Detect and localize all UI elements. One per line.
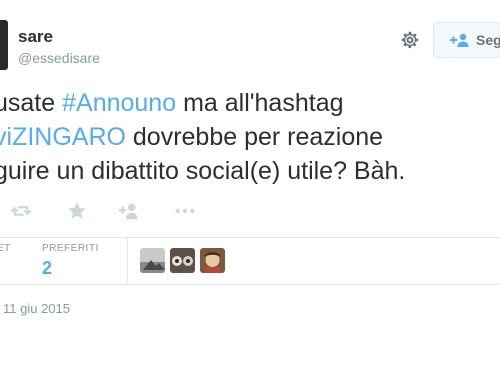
avatar[interactable] [0, 20, 8, 70]
retweets-label[interactable]: ET [0, 243, 11, 254]
retweet-icon[interactable] [10, 200, 32, 222]
tweet-text: usate #Announo ma all'hashtag viZINGARO … [0, 86, 500, 188]
favorite-icon[interactable] [66, 200, 88, 222]
tweet-line-3: guire un dibattito social(e) utile? Bàh. [0, 157, 406, 185]
avatar[interactable] [140, 248, 165, 273]
tweet-text-segment: usate [0, 89, 63, 117]
follow-button[interactable]: Seg [433, 22, 500, 58]
tweet-actions [0, 200, 220, 224]
gear-icon[interactable] [399, 29, 421, 51]
divider [127, 238, 128, 284]
follow-label: Seg [476, 32, 500, 48]
follow-icon[interactable] [118, 200, 140, 222]
avatar[interactable] [200, 248, 225, 273]
hashtag-link[interactable]: viZINGARO [0, 123, 126, 151]
tweet-line-2: viZINGARO dovrebbe per reazione [0, 120, 500, 154]
avatar[interactable] [170, 248, 195, 273]
follow-icon [450, 33, 469, 47]
tweet-date[interactable]: 11 giu 2015 [3, 301, 70, 316]
user-handle[interactable]: @essedisare [18, 50, 100, 66]
favorites-label[interactable]: PREFERITI [42, 243, 99, 254]
tweet-text-segment: dovrebbe per reazione [125, 123, 384, 151]
tweet-text-segment: ma all'hashtag [176, 89, 344, 117]
user-name[interactable]: sare [18, 27, 53, 47]
hashtag-link[interactable]: #Announo [62, 89, 176, 117]
divider [0, 284, 500, 285]
divider [0, 237, 500, 238]
tweet-line-1: usate #Announo ma all'hashtag [0, 86, 500, 120]
favorites-count[interactable]: 2 [42, 258, 52, 279]
more-icon[interactable] [174, 200, 196, 222]
